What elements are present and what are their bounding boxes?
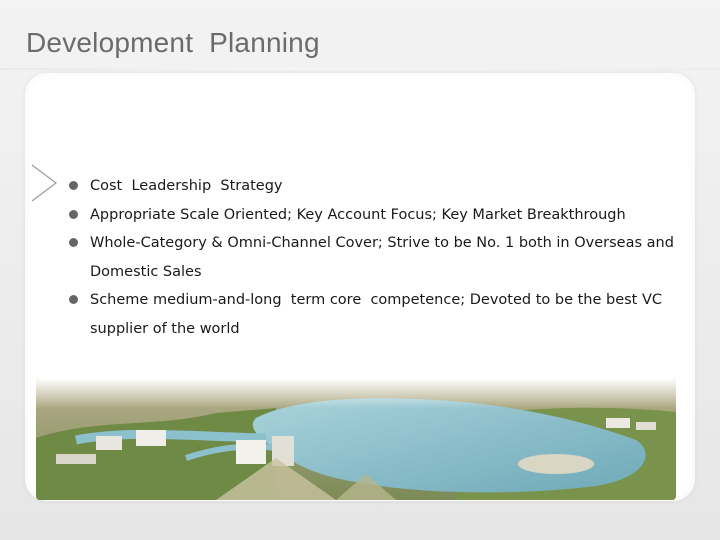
bullet-text: Cost Leadership Strategy	[90, 178, 283, 194]
bullet-text: Scheme medium-and-long term core compete…	[90, 292, 667, 337]
chevron-right-icon	[31, 164, 57, 202]
bullet-item: Whole-Category & Omni-Channel Cover; Str…	[64, 229, 704, 286]
aerial-masterplan-image	[36, 378, 676, 500]
bullet-dot-icon	[69, 181, 78, 190]
slide-title: Development Planning	[26, 27, 320, 58]
bullet-dot-icon	[69, 295, 78, 304]
bullet-dot-icon	[69, 238, 78, 247]
bullet-text: Whole-Category & Omni-Channel Cover; Str…	[90, 235, 679, 280]
title-divider	[0, 68, 720, 70]
bullet-item: Cost Leadership Strategy	[64, 172, 704, 201]
bullet-list: Cost Leadership Strategy Appropriate Sca…	[64, 172, 704, 343]
bullet-text: Appropriate Scale Oriented; Key Account …	[90, 206, 626, 223]
bullet-item: Scheme medium-and-long term core compete…	[64, 286, 704, 343]
bullet-dot-icon	[69, 209, 78, 219]
bullet-item: Appropriate Scale Oriented; Key Account …	[64, 201, 704, 230]
aerial-masterplan-illustration	[36, 378, 676, 500]
